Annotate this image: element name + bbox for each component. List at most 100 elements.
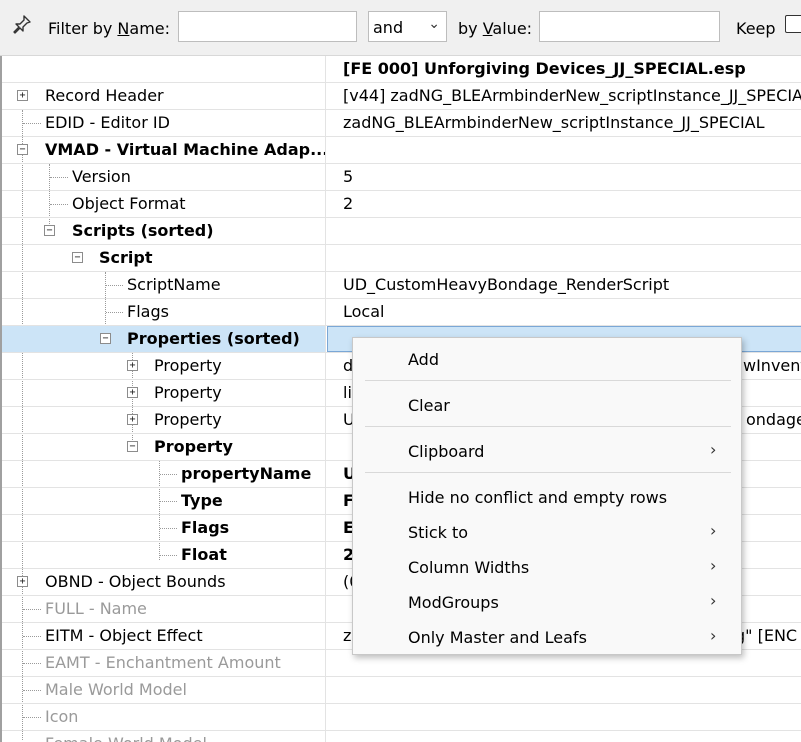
menu-item-label: ModGroups bbox=[408, 593, 499, 612]
context-menu: Add Clear Clipboard › Hide no conflict a… bbox=[352, 337, 742, 655]
menu-separator bbox=[365, 472, 731, 473]
row-label: Flags bbox=[181, 518, 230, 537]
menu-item-label: Clipboard bbox=[408, 442, 485, 461]
row-value-overflow: g" [ENC bbox=[735, 626, 798, 645]
row-label: FULL - Name bbox=[45, 599, 147, 618]
menu-item-column-widths[interactable]: Column Widths › bbox=[353, 550, 741, 584]
row-value[interactable] bbox=[327, 704, 801, 730]
operator-value: and bbox=[373, 18, 404, 37]
tree-row[interactable]: − Scripts (sorted) bbox=[2, 218, 801, 245]
row-label: EAMT - Enchantment Amount bbox=[45, 653, 281, 672]
row-label: ScriptName bbox=[127, 275, 221, 294]
row-label: Float bbox=[181, 545, 227, 564]
plus-box-icon[interactable]: + bbox=[127, 360, 138, 371]
menu-separator bbox=[365, 380, 731, 381]
menu-item-modgroups[interactable]: ModGroups › bbox=[353, 585, 741, 619]
menu-separator bbox=[365, 426, 731, 427]
row-label: Script bbox=[99, 248, 153, 267]
menu-item-label: Clear bbox=[408, 396, 450, 415]
row-label: Object Format bbox=[72, 194, 186, 213]
row-label: Property bbox=[154, 410, 222, 429]
tree-row[interactable]: Flags Local bbox=[2, 299, 801, 326]
row-value[interactable] bbox=[327, 731, 801, 742]
chevron-right-icon: › bbox=[710, 440, 717, 459]
menu-item-label: Hide no conflict and empty rows bbox=[408, 488, 668, 507]
keep-checkbox[interactable] bbox=[785, 15, 801, 33]
row-value[interactable]: UD_CustomHeavyBondage_RenderScript bbox=[327, 272, 801, 298]
pin-icon[interactable] bbox=[12, 14, 32, 34]
tree-row[interactable]: − Script bbox=[2, 245, 801, 272]
row-value-overflow: wInvent bbox=[743, 356, 801, 375]
grid-header-row: [FE 000] Unforgiving Devices_JJ_SPECIAL.… bbox=[2, 56, 801, 83]
row-value[interactable] bbox=[327, 677, 801, 703]
tree-row[interactable]: + Record Header [v44] zadNG_BLEArmbinder… bbox=[2, 83, 801, 110]
row-label: Female World Model bbox=[45, 731, 207, 742]
row-label: Record Header bbox=[45, 86, 164, 105]
chevron-right-icon: › bbox=[710, 556, 717, 575]
row-label: Icon bbox=[45, 707, 79, 726]
row-label: Property bbox=[154, 356, 222, 375]
tree-row[interactable]: EDID - Editor ID zadNG_BLEArmbinderNew_s… bbox=[2, 110, 801, 137]
menu-item-clipboard[interactable]: Clipboard › bbox=[353, 434, 741, 468]
row-label: OBND - Object Bounds bbox=[45, 572, 226, 591]
menu-item-label: Column Widths bbox=[408, 558, 530, 577]
filter-value-input[interactable] bbox=[539, 11, 720, 42]
minus-box-icon[interactable]: − bbox=[17, 144, 28, 155]
menu-item-stick-to[interactable]: Stick to › bbox=[353, 515, 741, 549]
row-label: Male World Model bbox=[45, 680, 187, 699]
plus-box-icon[interactable]: + bbox=[17, 576, 28, 587]
minus-box-icon[interactable]: − bbox=[100, 333, 111, 344]
minus-box-icon[interactable]: − bbox=[72, 252, 83, 263]
chevron-right-icon: › bbox=[710, 626, 717, 645]
minus-box-icon[interactable]: − bbox=[44, 225, 55, 236]
tree-row[interactable]: ScriptName UD_CustomHeavyBondage_RenderS… bbox=[2, 272, 801, 299]
filter-value-label: by Value: bbox=[458, 19, 533, 38]
row-value[interactable] bbox=[327, 137, 801, 163]
filter-name-label: Filter by Name: bbox=[48, 19, 171, 38]
menu-item-clear[interactable]: Clear bbox=[353, 388, 741, 422]
row-label: propertyName bbox=[181, 464, 312, 483]
filter-toolbar: Filter by Name: and ⌄ by Value: Keep bbox=[0, 0, 801, 56]
keep-label: Keep bbox=[736, 19, 776, 38]
plus-box-icon[interactable]: + bbox=[17, 90, 28, 101]
plus-box-icon[interactable]: + bbox=[127, 414, 138, 425]
chevron-right-icon: › bbox=[710, 591, 717, 610]
tree-row[interactable]: − VMAD - Virtual Machine Adap... bbox=[2, 137, 801, 164]
menu-item-add[interactable]: Add bbox=[353, 342, 741, 376]
row-label: Property bbox=[154, 383, 222, 402]
row-value[interactable]: Local bbox=[327, 299, 801, 325]
row-value[interactable] bbox=[327, 245, 801, 271]
tree-row[interactable]: Version 5 bbox=[2, 164, 801, 191]
operator-select[interactable]: and ⌄ bbox=[368, 11, 447, 42]
row-value-overflow: ondage bbox=[746, 410, 801, 429]
row-label: EITM - Object Effect bbox=[45, 626, 203, 645]
row-label: Properties (sorted) bbox=[127, 329, 300, 348]
menu-item-label: Add bbox=[408, 350, 439, 369]
menu-item-label: Stick to bbox=[408, 523, 469, 542]
filter-name-input[interactable] bbox=[178, 11, 357, 42]
row-label: EDID - Editor ID bbox=[45, 113, 170, 132]
minus-box-icon[interactable]: − bbox=[127, 441, 138, 452]
row-label: Flags bbox=[127, 302, 169, 321]
row-label: Version bbox=[72, 167, 131, 186]
row-value[interactable]: [v44] zadNG_BLEArmbinderNew_scriptInstan… bbox=[327, 83, 801, 109]
grid-header-plugin[interactable]: [FE 000] Unforgiving Devices_JJ_SPECIAL.… bbox=[327, 56, 801, 82]
chevron-down-icon: ⌄ bbox=[428, 16, 440, 32]
plus-box-icon[interactable]: + bbox=[127, 387, 138, 398]
grid-header-label-cell bbox=[2, 56, 326, 82]
row-value[interactable]: zadNG_BLEArmbinderNew_scriptInstance_JJ_… bbox=[327, 110, 801, 136]
row-value[interactable] bbox=[327, 218, 801, 244]
row-label: Scripts (sorted) bbox=[72, 221, 214, 240]
tree-row[interactable]: Icon bbox=[2, 704, 801, 731]
row-label: Type bbox=[181, 491, 223, 510]
tree-row[interactable]: Female World Model bbox=[2, 731, 801, 742]
menu-item-label: Only Master and Leafs bbox=[408, 628, 587, 647]
row-value[interactable]: 2 bbox=[327, 191, 801, 217]
menu-item-only-master-leafs[interactable]: Only Master and Leafs › bbox=[353, 620, 741, 654]
chevron-right-icon: › bbox=[710, 521, 717, 540]
tree-row[interactable]: Object Format 2 bbox=[2, 191, 801, 218]
tree-row[interactable]: Male World Model bbox=[2, 677, 801, 704]
row-value[interactable]: 5 bbox=[327, 164, 801, 190]
row-label: Property bbox=[154, 437, 233, 456]
menu-item-hide-no-conflict[interactable]: Hide no conflict and empty rows bbox=[353, 480, 741, 514]
